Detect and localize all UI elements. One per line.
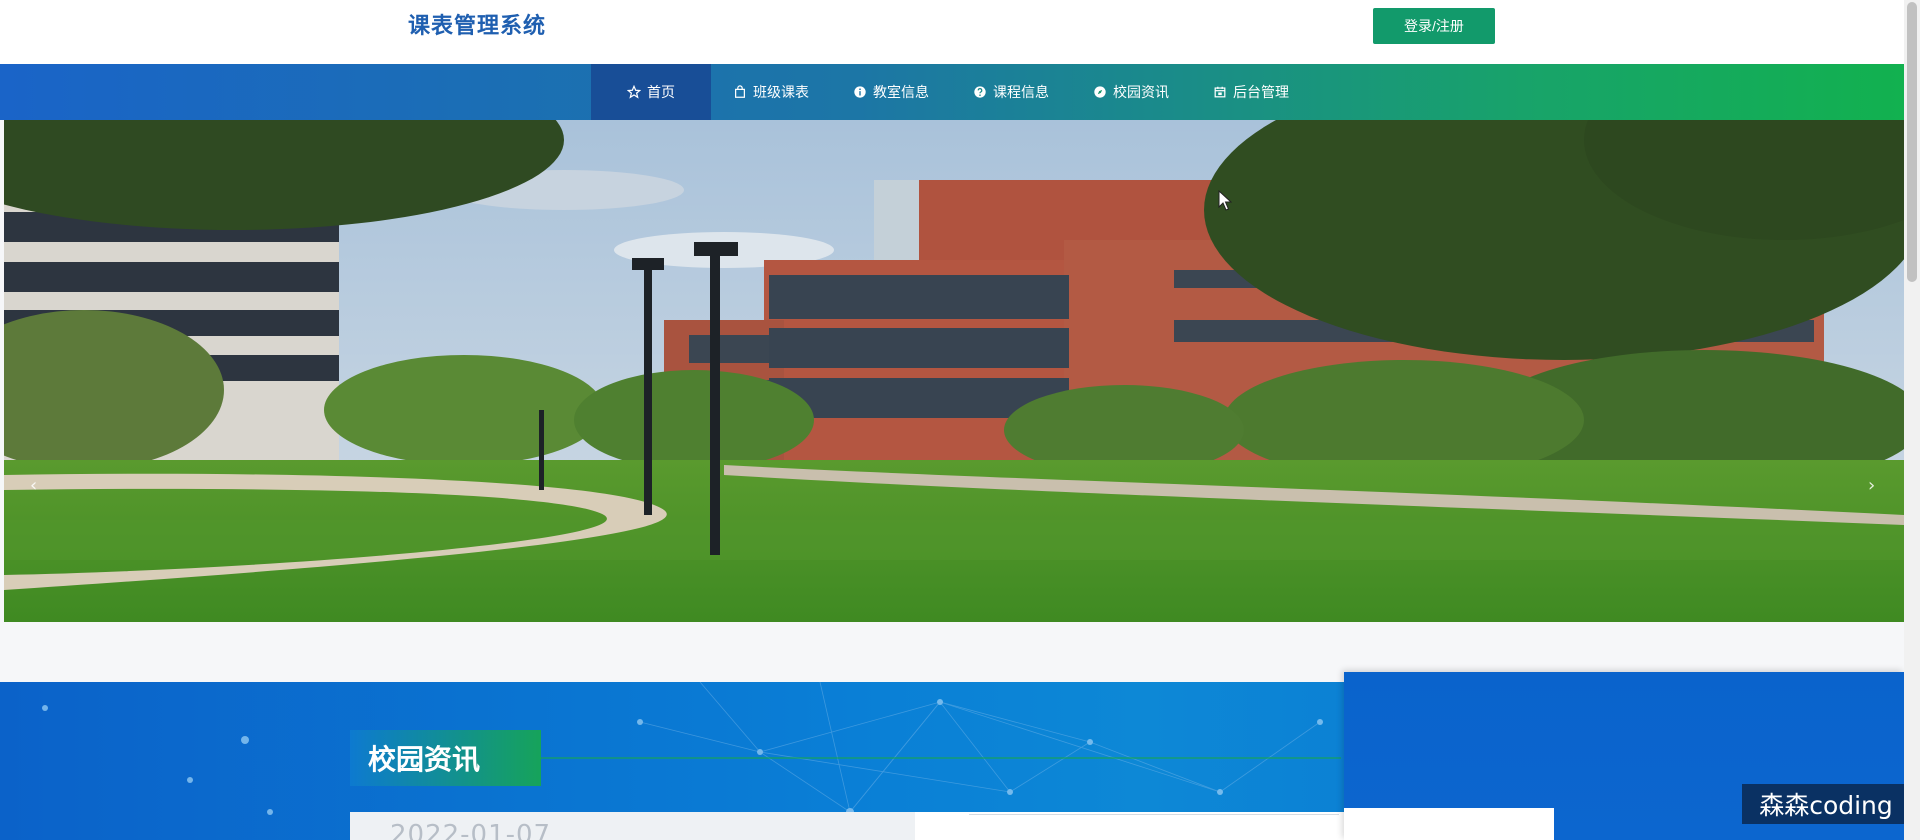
nav-item-label: 校园资讯 [1113,85,1169,101]
nav-item-label: 教室信息 [873,85,929,101]
banner-carousel[interactable]: ‹ › [4,120,1904,622]
section-divider [541,757,1341,759]
watermark: 森森coding [1742,784,1910,824]
news-date: 2022-01-07 [390,820,552,840]
star-icon [627,85,641,99]
carousel-prev-arrow[interactable]: ‹ [30,475,37,496]
nav-item-class-schedule[interactable]: 班级课表 [711,64,831,120]
login-register-button[interactable]: 登录/注册 [1373,8,1495,44]
calendar-icon [1213,85,1227,99]
banner-campus-image [4,120,1904,622]
side-panel-card [1344,808,1554,840]
divider [969,814,1339,815]
question-icon [973,85,987,99]
nav-item-label: 后台管理 [1233,85,1289,101]
top-header: 课表管理系统 登录/注册 [0,0,1904,64]
main-navbar: 首页 班级课表 教室信息 课程信息 校园资讯 后台管理 [0,64,1904,120]
bag-icon [733,85,747,99]
news-card[interactable]: 2022-01-07 [350,812,915,840]
news-card[interactable] [915,812,1345,840]
scrollbar[interactable] [1904,0,1920,840]
nav-item-course-info[interactable]: 课程信息 [951,64,1071,120]
nav-item-campus-news[interactable]: 校园资讯 [1071,64,1191,120]
nav-item-label: 班级课表 [753,85,809,101]
mouse-cursor-icon [1218,190,1232,211]
nav-item-classroom-info[interactable]: 教室信息 [831,64,951,120]
nav-item-admin[interactable]: 后台管理 [1191,64,1311,120]
info-icon [853,85,867,99]
page: 课表管理系统 登录/注册 首页 班级课表 教室信息 课程信息 校园资讯 后台管理… [0,0,1920,840]
nav-item-label: 课程信息 [993,85,1049,101]
carousel-next-arrow[interactable]: › [1868,475,1875,496]
compass-icon [1093,85,1107,99]
nav-item-home[interactable]: 首页 [591,64,711,120]
site-title: 课表管理系统 [408,14,547,39]
news-title-box: 校园资讯 [350,730,541,786]
scrollbar-thumb[interactable] [1907,2,1917,282]
news-section-title: 校园资讯 [368,743,481,776]
nav-item-label: 首页 [647,85,675,101]
